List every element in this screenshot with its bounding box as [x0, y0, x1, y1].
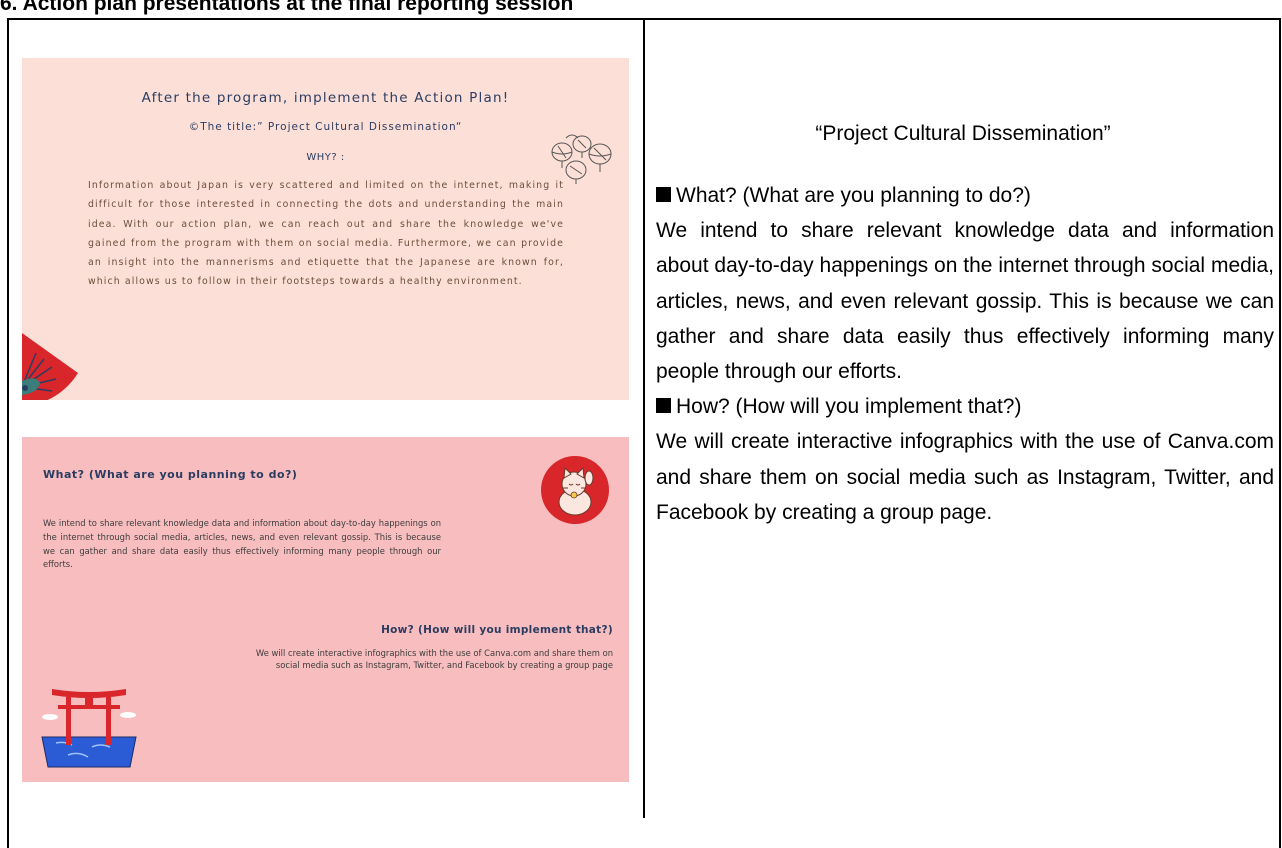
project-title: “Project Cultural Dissemination” — [815, 122, 1111, 145]
slide2-how-body: We will create interactive infographics … — [255, 648, 613, 670]
action-plan-slide-1: After the program, implement the Action … — [22, 58, 629, 400]
lanterns-icon — [551, 134, 612, 184]
torii-gate-icon — [41, 689, 137, 768]
project-description: What? (What are you planning to do?) We … — [656, 178, 1274, 530]
how-heading: How? (How will you implement that?) — [676, 395, 1022, 419]
slide1-title: After the program, implement the Action … — [141, 90, 510, 106]
how-heading-line: How? (How will you implement that?) — [656, 389, 1274, 424]
what-body: We intend to share relevant knowledge da… — [656, 219, 1274, 384]
section-heading: 6. Action plan presentations at the fina… — [0, 0, 574, 15]
what-heading-line: What? (What are you planning to do?) — [656, 178, 1274, 213]
action-plan-slide-2: What? (What are you planning to do?) We … — [22, 437, 629, 782]
what-heading: What? (What are you planning to do?) — [676, 184, 1031, 207]
slide2-how-heading: How? (How will you implement that?) — [381, 624, 613, 636]
slide1-body: Information about Japan is very scattere… — [88, 180, 564, 288]
square-bullet-icon — [656, 398, 671, 414]
slide2-what-body: We intend to share relevant knowledge da… — [43, 518, 441, 570]
square-bullet-icon — [656, 187, 671, 202]
slide1-subtitle: ©The title:” Project Cultural Disseminat… — [188, 121, 463, 133]
fan-icon — [22, 333, 78, 400]
lucky-cat-icon — [541, 456, 609, 524]
how-body: We will create interactive infographics … — [656, 430, 1274, 524]
slide1-why-label: WHY? : — [306, 152, 345, 163]
slide2-what-heading: What? (What are you planning to do?) — [43, 468, 298, 481]
